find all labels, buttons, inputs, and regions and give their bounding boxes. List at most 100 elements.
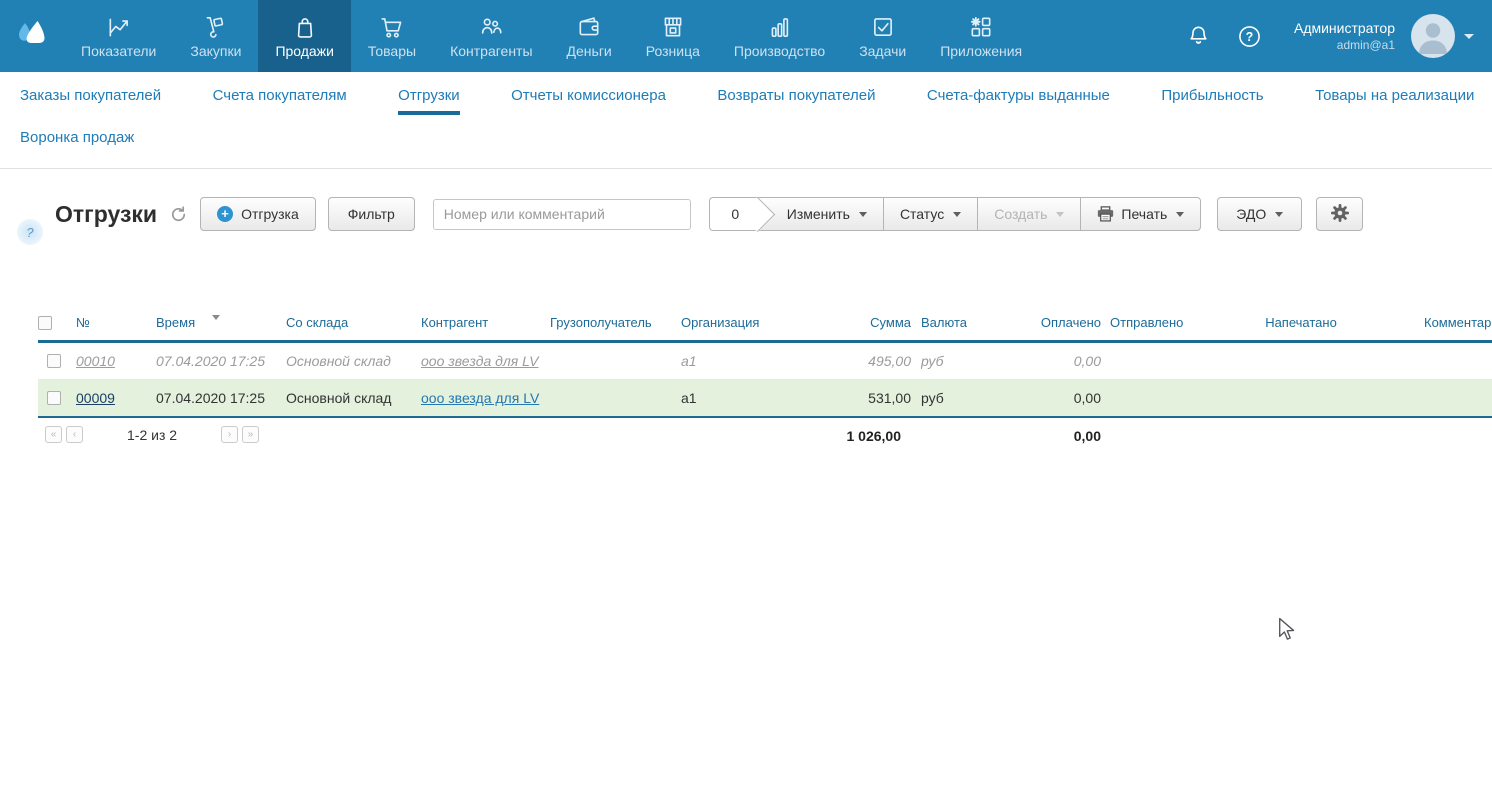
col-header-organization[interactable]: Организация <box>681 307 831 342</box>
table-row[interactable]: 00010 07.04.2020 17:25 Основной склад оо… <box>38 342 1492 380</box>
tab-consignment-goods[interactable]: Товары на реализации <box>1315 87 1474 119</box>
search-input[interactable] <box>433 199 691 230</box>
table-footer: « ‹ 1-2 из 2 › » 1 026,00 0,00 <box>38 418 1492 454</box>
cell-time: 07.04.2020 17:25 <box>156 380 286 418</box>
tab-shipments[interactable]: Отгрузки <box>398 87 460 119</box>
nav-item-goods[interactable]: Товары <box>351 0 433 72</box>
col-header-paid[interactable]: Оплачено <box>1011 307 1106 342</box>
nav-item-label: Закупки <box>190 43 241 59</box>
nav-item-label: Контрагенты <box>450 43 532 59</box>
edit-dropdown-button[interactable]: Изменить <box>761 197 884 231</box>
avatar[interactable] <box>1411 14 1455 58</box>
selection-counter: 0 <box>709 197 761 231</box>
row-checkbox[interactable] <box>47 391 61 405</box>
last-page-button[interactable]: » <box>242 426 259 443</box>
col-header-printed[interactable]: Напечатано <box>1216 307 1386 342</box>
print-dropdown-button[interactable]: Печать <box>1080 197 1201 231</box>
next-page-button[interactable]: › <box>221 426 238 443</box>
col-header-consignee[interactable]: Грузополучатель <box>550 307 681 342</box>
apps-grid-icon <box>968 14 994 40</box>
col-header-number[interactable]: № <box>76 307 156 342</box>
refresh-icon[interactable] <box>170 206 187 223</box>
tab-sales-funnel[interactable]: Воронка продаж <box>20 129 134 146</box>
cell-sent <box>1106 342 1216 380</box>
chevron-down-icon <box>1056 212 1064 217</box>
col-header-comment[interactable]: Комментарий <box>1386 307 1492 342</box>
cell-warehouse: Основной склад <box>286 342 421 380</box>
col-header-sent[interactable]: Отправлено <box>1106 307 1216 342</box>
nav-item-indicators[interactable]: Показатели <box>64 0 173 72</box>
select-all-checkbox[interactable] <box>38 316 52 330</box>
settings-gear-button[interactable] <box>1316 197 1363 231</box>
cell-printed <box>1216 342 1386 380</box>
user-menu[interactable]: Администратор admin@a1 <box>1294 20 1395 52</box>
app-logo[interactable] <box>0 0 64 72</box>
nav-item-tasks[interactable]: Задачи <box>842 0 923 72</box>
user-caret-down-icon[interactable] <box>1464 34 1474 39</box>
tab-issued-invoices[interactable]: Счета-фактуры выданные <box>927 87 1110 119</box>
shipment-number-link[interactable]: 00010 <box>76 353 115 369</box>
tab-commission-reports[interactable]: Отчеты комиссионера <box>511 87 666 119</box>
plus-icon: + <box>217 206 233 222</box>
wallet-icon <box>576 14 602 40</box>
create-shipment-button[interactable]: + Отгрузка <box>200 197 316 231</box>
actions-button-group: 0 Изменить Статус Создать Печать <box>709 197 1202 231</box>
cell-time: 07.04.2020 17:25 <box>156 342 286 380</box>
chevron-down-icon <box>859 212 867 217</box>
tab-customer-invoices[interactable]: Счета покупателям <box>213 87 347 119</box>
notifications-bell-icon[interactable] <box>1186 24 1211 49</box>
tab-customer-orders[interactable]: Заказы покупателей <box>20 87 161 119</box>
hand-truck-icon <box>203 14 229 40</box>
cell-printed <box>1216 380 1386 418</box>
nav-item-label: Деньги <box>567 43 612 59</box>
nav-item-sales[interactable]: Продажи <box>258 0 350 72</box>
nav-item-production[interactable]: Производство <box>717 0 842 72</box>
counterparty-link[interactable]: ооо звезда для LV <box>421 390 539 406</box>
col-header-sum[interactable]: Сумма <box>831 307 921 342</box>
cell-currency: руб <box>921 342 1011 380</box>
section-tabbar: Заказы покупателей Счета покупателям Отг… <box>0 72 1492 169</box>
help-bubble-icon[interactable]: ? <box>17 219 43 245</box>
tab-customer-returns[interactable]: Возвраты покупателей <box>717 87 875 119</box>
nav-item-money[interactable]: Деньги <box>550 0 629 72</box>
nav-item-apps[interactable]: Приложения <box>923 0 1039 72</box>
prev-page-button[interactable]: ‹ <box>66 426 83 443</box>
nav-item-label: Приложения <box>940 43 1022 59</box>
nav-item-label: Розница <box>646 43 700 59</box>
col-header-time[interactable]: Время <box>156 307 286 342</box>
chevron-down-icon <box>953 212 961 217</box>
pagination-range: 1-2 из 2 <box>127 427 177 443</box>
counterparty-link[interactable]: ооо звезда для LV <box>421 353 539 369</box>
col-header-counterparty[interactable]: Контрагент <box>421 307 550 342</box>
people-icon <box>478 14 504 40</box>
shipment-number-link[interactable]: 00009 <box>76 390 115 406</box>
nav-item-label: Производство <box>734 43 825 59</box>
cell-paid: 0,00 <box>1011 380 1106 418</box>
nav-item-purchases[interactable]: Закупки <box>173 0 258 72</box>
cell-organization: a1 <box>681 342 831 380</box>
nav-right-section: ? Администратор admin@a1 <box>1186 0 1492 72</box>
status-dropdown-button[interactable]: Статус <box>883 197 978 231</box>
bar-chart-icon <box>767 14 793 40</box>
table-row[interactable]: 00009 07.04.2020 17:25 Основной склад оо… <box>38 380 1492 418</box>
edo-dropdown-button[interactable]: ЭДО <box>1217 197 1302 231</box>
filter-button[interactable]: Фильтр <box>328 197 415 231</box>
page-title: Отгрузки <box>55 201 157 228</box>
logo-icon <box>13 17 51 56</box>
cell-paid: 0,00 <box>1011 342 1106 380</box>
nav-item-retail[interactable]: Розница <box>629 0 717 72</box>
cell-comment <box>1386 380 1492 418</box>
total-sum: 1 026,00 <box>821 428 911 444</box>
row-checkbox[interactable] <box>47 354 61 368</box>
help-icon[interactable]: ? <box>1237 24 1262 49</box>
line-chart-icon <box>106 14 132 40</box>
table-header-row: № Время Со склада Контрагент Грузополуча… <box>38 307 1492 342</box>
col-header-currency[interactable]: Валюта <box>921 307 1011 342</box>
col-header-warehouse[interactable]: Со склада <box>286 307 421 342</box>
nav-item-label: Продажи <box>275 43 333 59</box>
nav-item-counterparties[interactable]: Контрагенты <box>433 0 549 72</box>
first-page-button[interactable]: « <box>45 426 62 443</box>
tab-profitability[interactable]: Прибыльность <box>1161 87 1263 119</box>
chevron-down-icon <box>1275 212 1283 217</box>
create-dropdown-button[interactable]: Создать <box>977 197 1081 231</box>
